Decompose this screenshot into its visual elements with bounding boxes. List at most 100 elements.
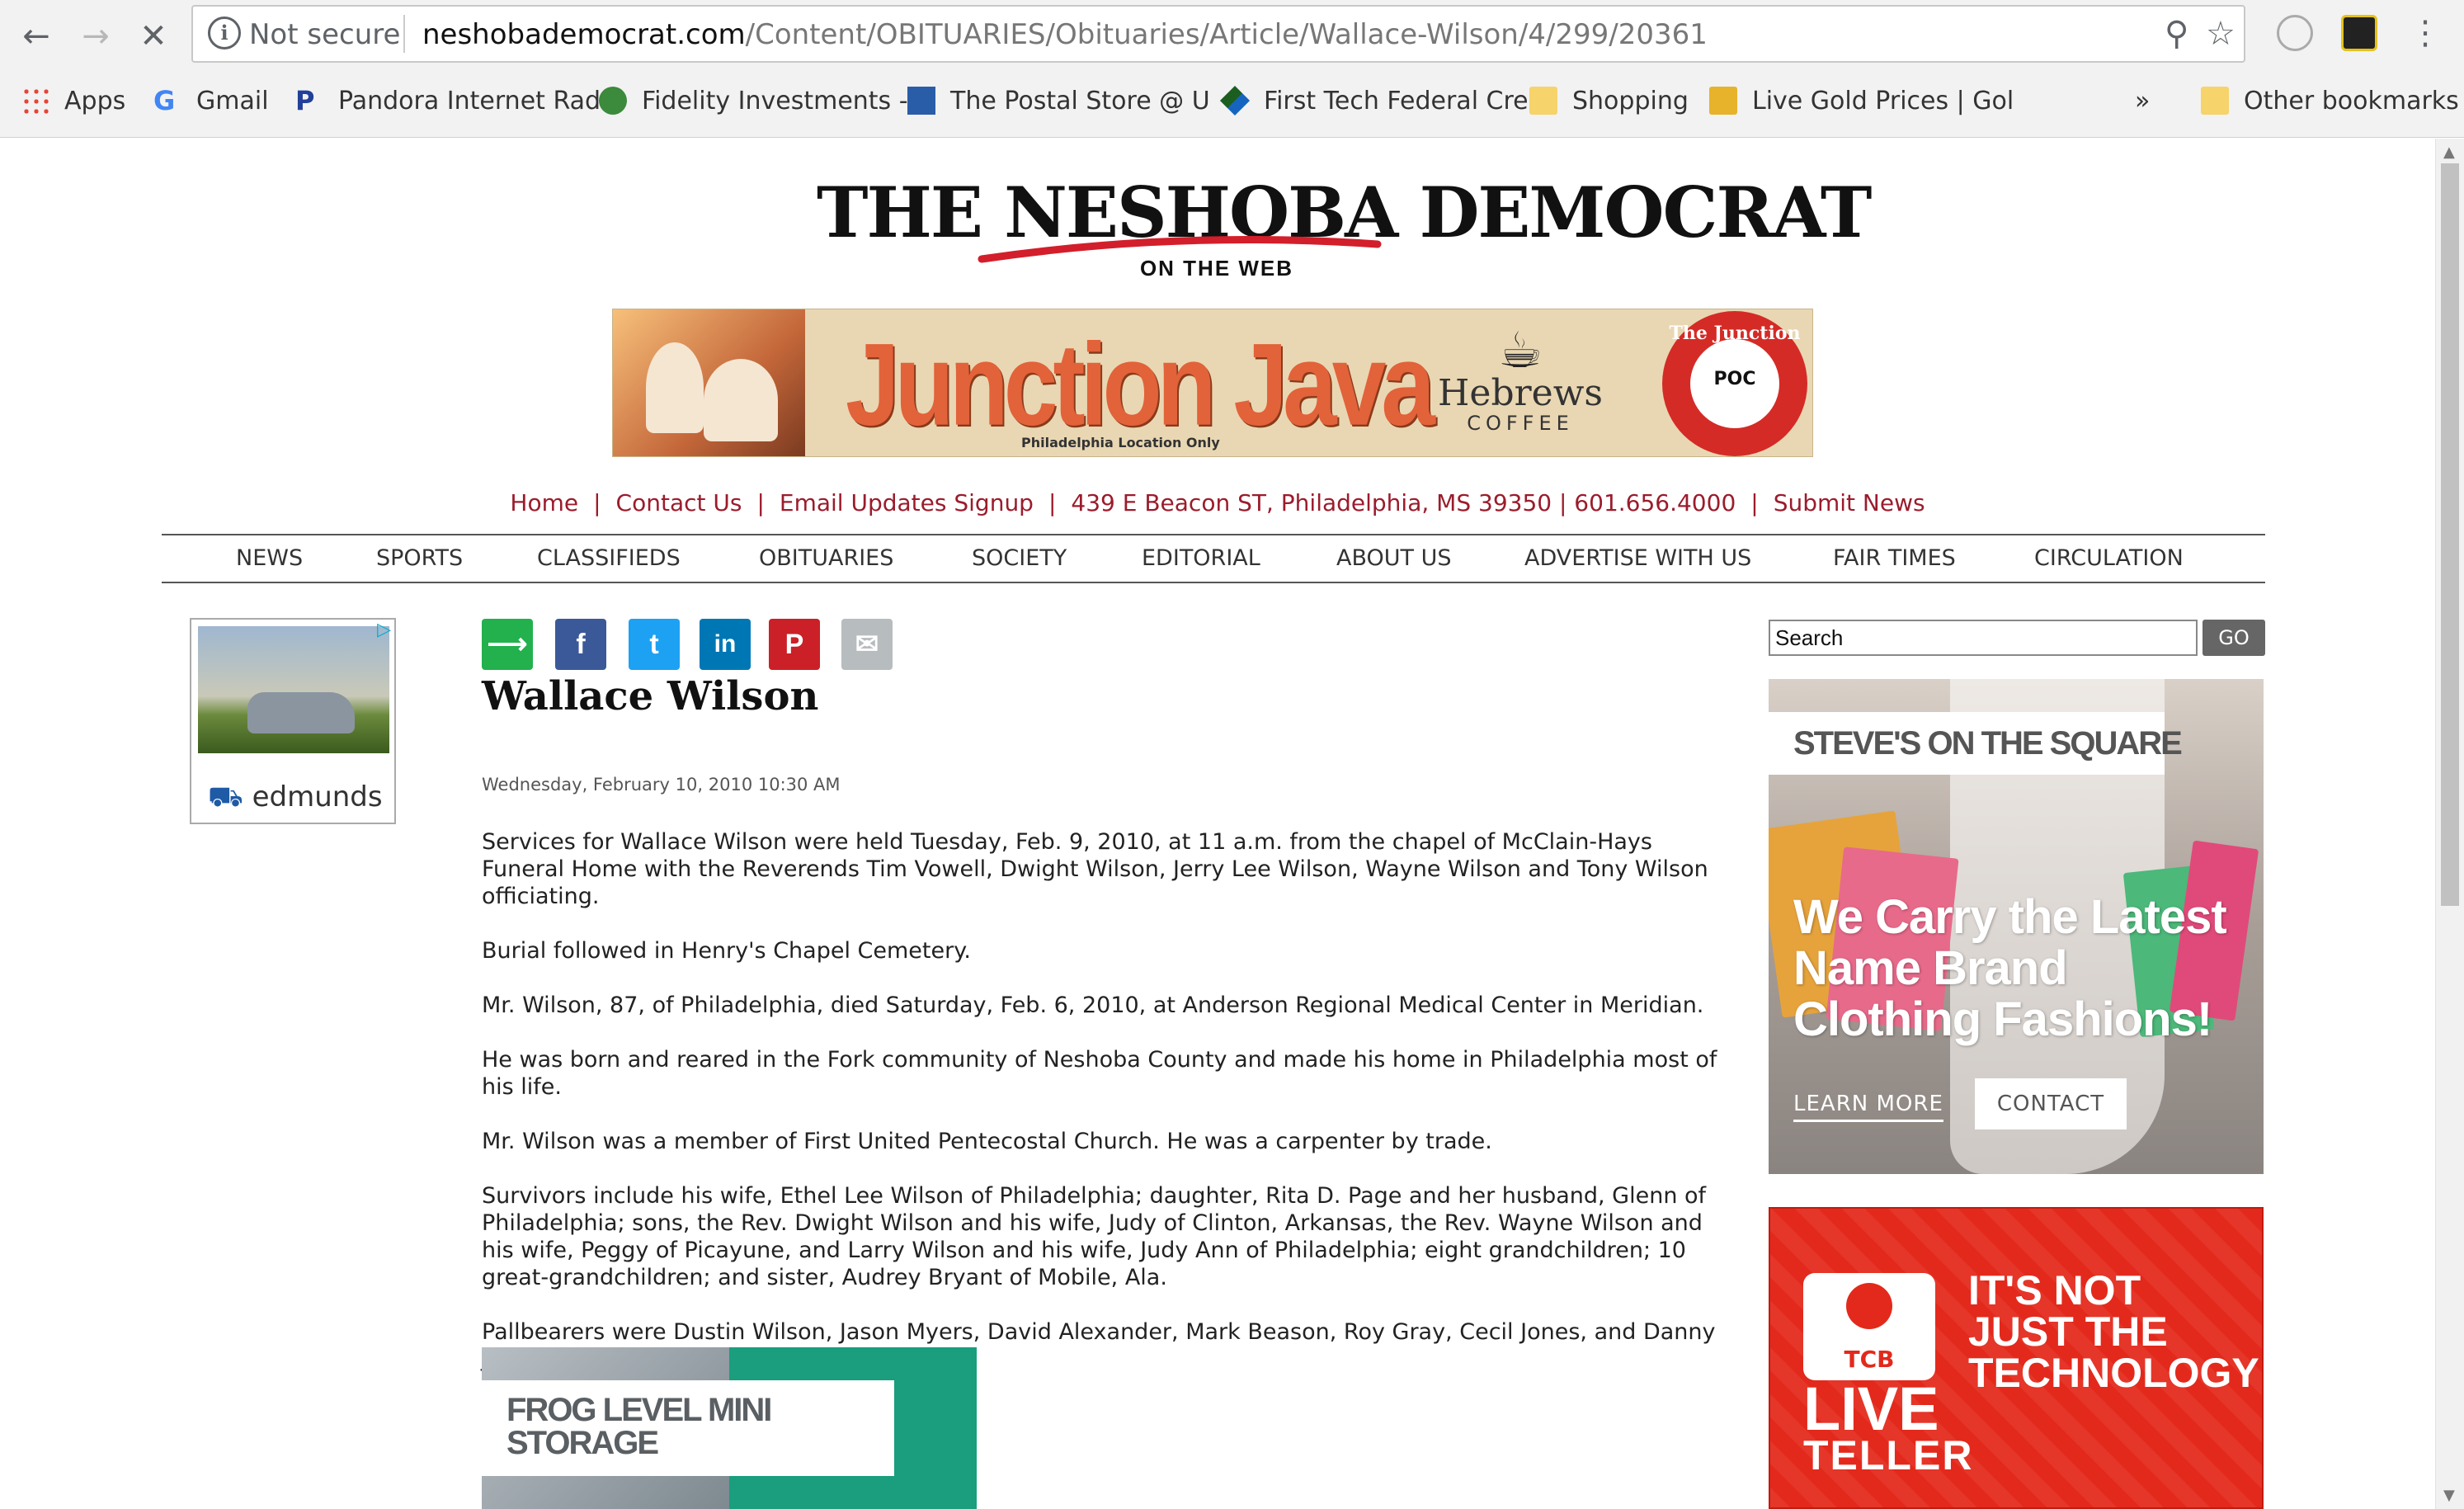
bookmark-fidelity[interactable]: Fidelity Investments -	[599, 83, 908, 119]
junction-mid-text: POC	[1713, 369, 1756, 389]
pinterest-icon[interactable]: P	[769, 619, 820, 670]
page-scrollbar[interactable]: ▲ ▼	[2435, 139, 2464, 1509]
bookmarks-bar: Apps G Gmail P Pandora Internet Rad Fide…	[0, 76, 2464, 125]
url-text[interactable]: neshobademocrat.com/Content/OBITUARIES/O…	[422, 18, 1708, 51]
article-paragraph: Mr. Wilson was a member of First United …	[482, 1129, 1492, 1154]
edmunds-ad[interactable]: ▷ ⛟ edmunds	[190, 618, 396, 824]
bookmark-label: Shopping	[1572, 86, 1689, 116]
article-paragraph: He was born and reared in the Fork commu…	[482, 1047, 1717, 1100]
frog-ad-line1: FROG LEVEL MINI	[506, 1392, 772, 1428]
apps-grid-icon	[21, 87, 49, 115]
nav-circulation[interactable]: CIRCULATION	[2034, 535, 2184, 582]
firsttech-icon	[1219, 85, 1251, 116]
page-content: THE NESHOBA DEMOCRAT ON THE WEB Junction…	[0, 139, 2435, 1509]
masthead-logo[interactable]: THE NESHOBA DEMOCRAT ON THE WEB	[817, 172, 1872, 281]
article-date: Wednesday, February 10, 2010 10:30 AM	[482, 775, 841, 795]
edmunds-logo: ⛟ edmunds	[208, 780, 383, 818]
nav-about-us[interactable]: ABOUT US	[1336, 535, 1452, 582]
bookmark-label: Live Gold Prices | Gol	[1752, 86, 2014, 116]
frog-ad-textbox: FROG LEVEL MINI STORAGE	[482, 1380, 894, 1476]
linkedin-icon[interactable]: in	[700, 619, 751, 670]
bookmark-star-icon[interactable]: ☆	[2206, 15, 2236, 53]
bookmark-shopping[interactable]: Shopping	[1529, 83, 1689, 119]
nav-classifieds[interactable]: CLASSIFIEDS	[537, 535, 681, 582]
bookmark-label: Apps	[64, 86, 126, 116]
scroll-up-icon[interactable]: ▲	[2443, 144, 2455, 161]
nav-news[interactable]: NEWS	[236, 535, 303, 582]
bookmark-gmail[interactable]: G Gmail	[153, 83, 269, 119]
twitter-icon[interactable]: t	[629, 619, 680, 670]
link-submit-news[interactable]: Submit News	[1774, 489, 1925, 516]
tcb-live-teller-ad[interactable]: TCB LIVE TELLER IT'S NOT JUST THE TECHNO…	[1769, 1207, 2264, 1509]
junction-java-banner-ad[interactable]: Junction Java Philadelphia Location Only…	[612, 309, 1813, 457]
bookmark-label: Pandora Internet Rad	[338, 86, 601, 116]
bookmark-label: Gmail	[196, 86, 269, 116]
frog-ad-line2: STORAGE	[506, 1425, 659, 1461]
extension-check-icon[interactable]	[2341, 15, 2377, 51]
adchoices-icon[interactable]: ▷	[377, 620, 391, 640]
scroll-thumb[interactable]	[2441, 163, 2459, 906]
url-host: neshobademocrat.com	[422, 18, 746, 51]
search-go-button[interactable]: GO	[2203, 620, 2265, 656]
forward-arrow-icon[interactable]: →	[74, 15, 117, 58]
stop-loading-icon[interactable]: ✕	[132, 15, 175, 58]
bookmark-gold[interactable]: Live Gold Prices | Gol	[1709, 83, 2014, 119]
article-title: Wallace Wilson	[482, 673, 819, 719]
bookmark-apps[interactable]: Apps	[21, 83, 125, 119]
coffee-cup-icon: ☕	[1498, 322, 1543, 380]
nav-fair-times[interactable]: FAIR TIMES	[1833, 535, 1956, 582]
link-home[interactable]: Home	[510, 489, 578, 516]
bookmark-firsttech[interactable]: First Tech Federal Cre	[1219, 83, 1529, 119]
nav-sports[interactable]: SPORTS	[376, 535, 463, 582]
link-contact-us[interactable]: Contact Us	[616, 489, 742, 516]
address-bar[interactable]: i Not secure neshobademocrat.com/Content…	[191, 5, 2245, 63]
browser-chrome: ← → ✕ i Not secure neshobademocrat.com/C…	[0, 0, 2464, 138]
bookmarks-overflow[interactable]: »	[2135, 83, 2150, 119]
bookmark-label: First Tech Federal Cre	[1264, 86, 1529, 116]
extension-icon[interactable]	[2277, 15, 2313, 51]
frog-level-storage-ad[interactable]: FROG LEVEL MINI STORAGE	[482, 1347, 977, 1509]
bookmark-pandora[interactable]: P Pandora Internet Rad	[295, 83, 601, 119]
nav-advertise[interactable]: ADVERTISE WITH US	[1524, 535, 1751, 582]
menu-kebab-icon[interactable]: ⋮	[2409, 15, 2442, 51]
hebrews-name: Hebrews	[1438, 372, 1603, 414]
tcb-tagline: IT'S NOT JUST THE TECHNOLOGY	[1968, 1267, 2259, 1396]
email-icon[interactable]: ✉	[841, 619, 893, 670]
info-icon[interactable]: i	[208, 17, 241, 50]
scroll-down-icon[interactable]: ▼	[2443, 1487, 2455, 1504]
gold-icon	[1709, 87, 1737, 115]
facebook-icon[interactable]: f	[555, 619, 606, 670]
article-paragraph: Survivors include his wife, Ethel Lee Wi…	[482, 1183, 1707, 1290]
contact-button[interactable]: CONTACT	[1975, 1078, 2127, 1129]
nav-obituaries[interactable]: OBITUARIES	[759, 535, 893, 582]
address-phone: 439 E Beacon ST, Philadelphia, MS 39350 …	[1071, 489, 1736, 516]
search-input[interactable]	[1769, 620, 2198, 656]
main-navigation: NEWS SPORTS CLASSIFIEDS OBITUARIES SOCIE…	[162, 534, 2265, 583]
car-icon: ⛟	[208, 780, 243, 813]
folder-icon	[2201, 87, 2229, 115]
postal-icon	[907, 87, 935, 115]
pandora-icon: P	[295, 85, 315, 116]
tcb-teller-text: TELLER	[1803, 1432, 1974, 1478]
edmunds-brand: edmunds	[252, 780, 383, 813]
bookmark-other[interactable]: Other bookmarks	[2201, 83, 2459, 119]
folder-icon	[1529, 87, 1557, 115]
steves-on-the-square-ad[interactable]: STEVE'S ON THE SQUARE We Carry the Lates…	[1769, 679, 2264, 1174]
share-icon[interactable]: ⟶	[482, 619, 533, 670]
hebrews-coffee-text: COFFEE	[1467, 412, 1574, 435]
steves-headline: We Carry the Latest Name Brand Clothing …	[1793, 890, 2227, 1046]
address-divider	[403, 15, 405, 53]
nav-editorial[interactable]: EDITORIAL	[1142, 535, 1260, 582]
security-label: Not secure	[249, 18, 401, 51]
car-photo	[198, 626, 389, 753]
bookmark-postal[interactable]: The Postal Store @ U	[907, 83, 1210, 119]
learn-more-button[interactable]: LEARN MORE	[1793, 1092, 1943, 1122]
teller-person-icon: TCB	[1803, 1273, 1935, 1380]
article-paragraph: Mr. Wilson, 87, of Philadelphia, died Sa…	[482, 993, 1704, 1018]
coffee-drinks-image	[613, 309, 805, 456]
zoom-icon[interactable]: ⚲	[2165, 15, 2188, 53]
nav-society[interactable]: SOCIETY	[972, 535, 1067, 582]
link-email-updates[interactable]: Email Updates Signup	[780, 489, 1034, 516]
article-paragraph: Services for Wallace Wilson were held Tu…	[482, 829, 1708, 909]
back-arrow-icon[interactable]: ←	[15, 15, 58, 58]
